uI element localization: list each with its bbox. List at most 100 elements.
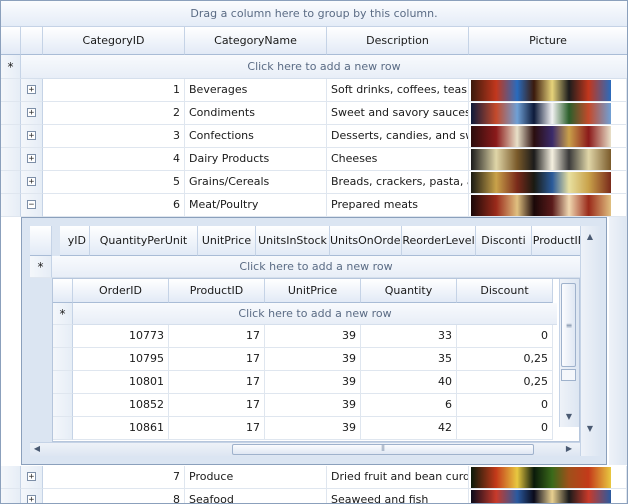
minus-box-icon[interactable]: − (27, 200, 36, 210)
products-column-header[interactable]: yID (60, 226, 90, 256)
expander-cell[interactable]: + (21, 79, 43, 102)
arrow-down-icon[interactable]: ▼ (563, 412, 575, 422)
orders-detail-panel: OrderID ProductID UnitPrice Quantity Discoun… (52, 278, 580, 442)
cell-categoryid: 6 (43, 194, 185, 217)
grip-icon: ⦀ (381, 444, 385, 453)
arrow-right-icon[interactable]: ▶ (564, 444, 574, 454)
column-header-picture[interactable]: Picture (469, 27, 627, 55)
header-expander (21, 27, 43, 55)
arrow-down-icon[interactable]: ▼ (584, 424, 596, 434)
group-by-panel[interactable]: Drag a column here to group by this colu… (1, 1, 627, 27)
category-picture (471, 80, 611, 101)
orders-cell: 10861 (73, 417, 169, 440)
orders-cell: 0 (457, 325, 553, 348)
cell-categoryid: 2 (43, 102, 185, 125)
expander-cell[interactable]: + (21, 489, 43, 503)
orders-column-header[interactable]: ProductID (169, 279, 265, 303)
cell-description: Desserts, candies, and sw... (327, 125, 469, 148)
orders-cell: 0,25 (457, 371, 553, 394)
orders-column-header[interactable]: Quantity (361, 279, 457, 303)
row-indicator (1, 148, 21, 171)
arrow-up-icon[interactable]: ▲ (584, 232, 596, 242)
orders-cell: 17 (169, 394, 265, 417)
orders-cell: 39 (265, 348, 361, 371)
orders-cell: 10795 (73, 348, 169, 371)
column-header-description[interactable]: Description (327, 27, 469, 55)
products-column-header[interactable]: UnitsInStock (256, 226, 330, 256)
orders-cell: 17 (169, 371, 265, 394)
expander-cell[interactable]: + (21, 171, 43, 194)
plus-box-icon[interactable]: + (27, 131, 36, 141)
orders-cell: 35 (361, 348, 457, 371)
orders-cell: 10801 (73, 371, 169, 394)
category-picture (471, 126, 611, 147)
orders-new-row[interactable]: Click here to add a new row (73, 303, 557, 325)
expander-cell[interactable]: − (21, 194, 43, 217)
orders-cell: 0 (457, 394, 553, 417)
row-indicator (1, 194, 21, 217)
expander-cell[interactable]: + (21, 125, 43, 148)
orders-row-indicator (53, 371, 73, 394)
orders-cell: 39 (265, 325, 361, 348)
orders-cell: 17 (169, 325, 265, 348)
cell-picture (469, 102, 627, 125)
column-header-categoryname[interactable]: CategoryName (185, 27, 327, 55)
category-picture (471, 195, 611, 216)
orders-cell: 17 (169, 348, 265, 371)
cell-categoryid: 5 (43, 171, 185, 194)
orders-scrollbar-button[interactable] (561, 369, 576, 381)
products-column-header[interactable]: Disconti (476, 226, 532, 256)
plus-box-icon[interactable]: + (27, 154, 36, 164)
row-indicator (1, 489, 21, 503)
orders-cell: 39 (265, 371, 361, 394)
cell-categoryname: Condiments (185, 102, 327, 125)
master-new-row[interactable]: Click here to add a new row (21, 55, 627, 79)
category-picture (471, 467, 611, 488)
category-picture (471, 490, 611, 503)
orders-row-indicator (53, 417, 73, 440)
expander-cell[interactable]: + (21, 466, 43, 489)
row-indicator (1, 171, 21, 194)
new-row-marker: * (1, 55, 21, 79)
master-grid: Drag a column here to group by this colu… (0, 0, 628, 504)
arrow-left-icon[interactable]: ◀ (32, 444, 42, 454)
orders-cell: 42 (361, 417, 457, 440)
orders-column-header[interactable]: Discount (457, 279, 553, 303)
cell-categoryname: Grains/Cereals (185, 171, 327, 194)
orders-cell: 33 (361, 325, 457, 348)
products-column-header[interactable]: UnitPrice (198, 226, 256, 256)
orders-cell: 39 (265, 417, 361, 440)
cell-categoryid: 4 (43, 148, 185, 171)
plus-box-icon[interactable]: + (27, 177, 36, 187)
orders-column-header[interactable]: UnitPrice (265, 279, 361, 303)
cell-categoryname: Seafood (185, 489, 327, 503)
cell-categoryname: Produce (185, 466, 327, 489)
master-vertical-scrollbar[interactable] (609, 217, 627, 465)
cell-picture (469, 171, 627, 194)
orders-column-header[interactable]: OrderID (73, 279, 169, 303)
row-indicator (1, 79, 21, 102)
cell-description: Seaweed and fish (327, 489, 469, 503)
cell-categoryid: 7 (43, 466, 185, 489)
products-column-header[interactable]: ReorderLevel (402, 226, 476, 256)
products-new-row[interactable]: Click here to add a new row (52, 256, 580, 278)
detail-panel: yID QuantityPerUnit UnitPrice UnitsInStock U… (21, 217, 607, 465)
products-vertical-scrollbar[interactable] (580, 226, 600, 456)
grip-icon: ≡ (565, 321, 573, 330)
cell-picture (469, 194, 627, 217)
cell-description: Dried fruit and bean curd (327, 466, 469, 489)
products-column-header[interactable]: QuantityPerUnit (90, 226, 198, 256)
plus-box-icon[interactable]: + (27, 85, 36, 95)
plus-box-icon[interactable]: + (27, 495, 36, 503)
cell-description: Sweet and savory sauces,... (327, 102, 469, 125)
orders-header-corner (53, 279, 73, 303)
column-header-categoryid[interactable]: CategoryID (43, 27, 185, 55)
plus-box-icon[interactable]: + (27, 108, 36, 118)
expander-cell[interactable]: + (21, 102, 43, 125)
products-column-header[interactable]: UnitsOnOrder (330, 226, 402, 256)
expander-cell[interactable]: + (21, 148, 43, 171)
plus-box-icon[interactable]: + (27, 472, 36, 482)
cell-categoryname: Confections (185, 125, 327, 148)
orders-new-row-marker: * (53, 303, 73, 325)
orders-cell: 6 (361, 394, 457, 417)
